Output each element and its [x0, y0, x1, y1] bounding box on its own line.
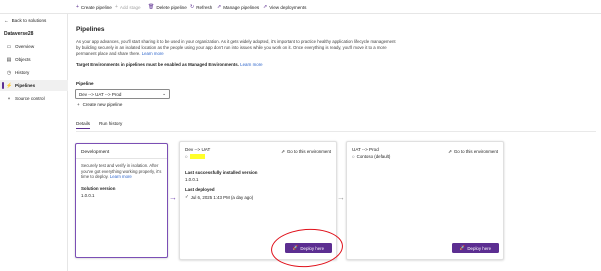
last-deployed-value: ✓ Jul 6, 2025 1:43 PM (a day ago) — [185, 194, 254, 200]
radio-icon: ○ — [185, 154, 188, 159]
external-link-icon: ⇗ — [217, 4, 222, 10]
external-link-icon: ⇗ — [263, 4, 268, 10]
tab-divider — [76, 131, 596, 132]
tab-details[interactable]: Details — [76, 121, 91, 129]
radio-icon: ○ — [352, 154, 355, 159]
nav-item-history[interactable]: ◷ History — [0, 67, 68, 78]
arrow-left-icon: ← — [4, 18, 9, 23]
add-stage-button[interactable]: + Add stage — [115, 3, 141, 11]
learn-more-link[interactable]: Learn more — [142, 51, 164, 56]
rocket-icon: 🚀 — [292, 245, 299, 250]
objects-icon: ▤ — [6, 56, 12, 63]
source-control-icon: ⑂ — [7, 95, 11, 102]
rocket-icon: 🚀 — [459, 245, 466, 250]
left-nav: ← Back to solutions Dataverse28 ▭ Overview… — [0, 14, 68, 271]
managed-environment-notice: Target Environments in pipelines must be… — [76, 62, 263, 67]
create-new-pipeline-button[interactable]: + Create new pipeline — [77, 102, 122, 107]
chevron-down-icon: ⌄ — [162, 91, 166, 96]
history-icon: ◷ — [6, 69, 12, 76]
uat-stage-name: Dev --> UAT — [185, 147, 211, 152]
page-title: Pipelines — [76, 26, 105, 33]
external-link-icon: ⇗ — [448, 149, 452, 154]
plus-icon: + — [115, 4, 118, 10]
prod-deploy-here-button[interactable]: 🚀 Deploy here — [452, 243, 499, 253]
plus-icon: + — [76, 4, 79, 10]
installed-version-value: 1.0.0.1 — [185, 177, 199, 182]
refresh-icon: ↻ — [190, 4, 195, 10]
uat-go-to-environment-link[interactable]: ⇗ Go to this environment — [281, 149, 331, 155]
create-pipeline-button[interactable]: + Create pipeline — [76, 3, 112, 11]
development-description: Securely test and verify in isolation. A… — [81, 163, 162, 180]
pipelines-icon: ⚡ — [6, 82, 13, 89]
card-divider — [76, 158, 167, 159]
uat-stage-card: Dev --> UAT ⇗ Go to this environment ○ La… — [179, 141, 337, 260]
manage-pipelines-button[interactable]: ⇗ Manage pipelines — [217, 3, 259, 11]
development-title: Development — [81, 150, 110, 155]
uat-environment-selector[interactable]: ○ — [185, 154, 205, 159]
prod-go-to-environment-link[interactable]: ⇗ Go to this environment — [448, 149, 498, 155]
external-link-icon: ⇗ — [281, 149, 285, 154]
notice-learn-more-link[interactable]: Learn more — [240, 62, 262, 67]
nav-item-source-control[interactable]: ⑂ Source control — [0, 93, 68, 104]
installed-version-label: Last successfully installed version — [185, 170, 258, 175]
prod-environment-selector[interactable]: ○ Contoso (default) — [352, 154, 390, 159]
nav-item-pipelines[interactable]: ⚡ Pipelines — [0, 80, 68, 91]
plus-icon: + — [77, 102, 80, 107]
tab-run-history[interactable]: Run history — [99, 121, 122, 129]
solution-version-label: Solution version — [81, 186, 116, 191]
environment-name: Dataverse28 — [4, 31, 34, 37]
delete-pipeline-button[interactable]: 🗑 Delete pipeline — [148, 3, 187, 11]
back-to-solutions-link[interactable]: ← Back to solutions — [4, 18, 46, 23]
refresh-button[interactable]: ↻ Refresh — [190, 3, 212, 11]
check-circle-icon: ✓ — [185, 194, 189, 199]
nav-item-objects[interactable]: ▤ Objects — [0, 54, 68, 65]
pipeline-dropdown[interactable]: Dev --> UAT --> Prod ⌄ — [75, 89, 170, 99]
redacted-environment-name — [189, 154, 205, 159]
last-deployed-label: Last deployed — [185, 187, 215, 192]
view-deployments-button[interactable]: ⇗ View deployments — [263, 3, 306, 11]
trash-icon: 🗑 — [148, 4, 155, 10]
prod-stage-name: UAT --> Prod — [352, 147, 379, 152]
prod-stage-card: UAT --> Prod ⇗ Go to this environment ○ Co… — [346, 141, 504, 260]
development-learn-more-link[interactable]: Learn more — [110, 174, 132, 179]
stage-arrow-icon: → — [337, 193, 345, 202]
solution-version-value: 1.0.0.1 — [81, 193, 95, 198]
nav-item-overview[interactable]: ▭ Overview — [0, 41, 68, 52]
command-bar: + Create pipeline + Add stage 🗑 Delete pipe… — [0, 0, 601, 14]
tab-list: Details Run history — [76, 121, 122, 129]
uat-deploy-here-button[interactable]: 🚀 Deploy here — [285, 243, 332, 253]
pipeline-label: Pipeline — [76, 81, 94, 86]
overview-icon: ▭ — [6, 43, 12, 50]
stage-arrow-icon: → — [169, 193, 177, 202]
development-stage-card: Development Securely test and verify in … — [75, 143, 168, 258]
page-description: As your app advances, you'll start shari… — [76, 39, 396, 56]
